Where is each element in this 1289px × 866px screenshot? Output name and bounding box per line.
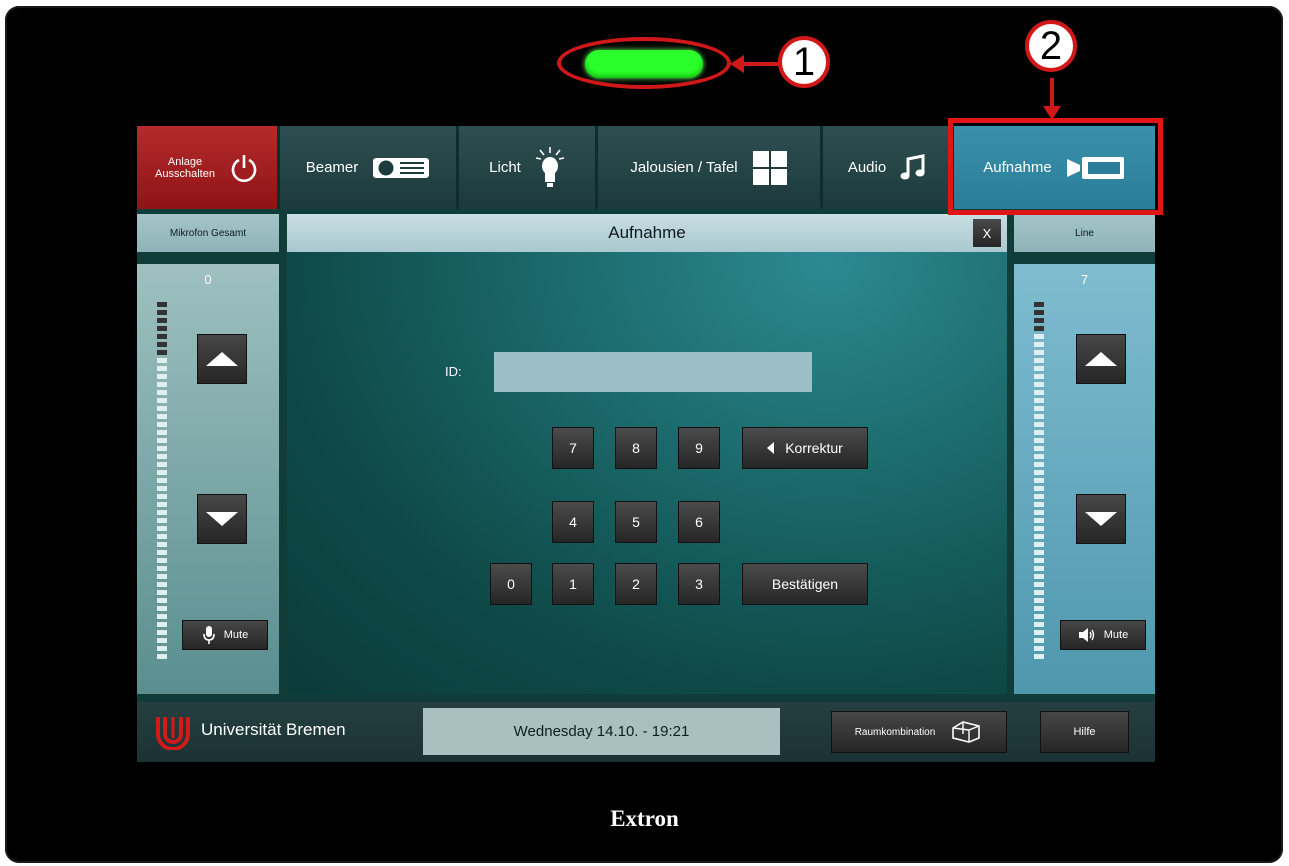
room-combination-button[interactable]: Raumkombination xyxy=(831,711,1007,753)
correction-button[interactable]: Korrektur xyxy=(742,427,868,469)
music-note-icon xyxy=(900,153,925,179)
speaker-icon xyxy=(1078,628,1094,642)
tab-audio[interactable]: Audio xyxy=(823,126,951,209)
tab-audio-label: Audio xyxy=(847,159,887,176)
arrow-down-icon xyxy=(1085,512,1117,526)
left-volume-up-button[interactable] xyxy=(197,334,247,384)
correction-label: Korrektur xyxy=(785,440,843,456)
tab-beamer-label: Beamer xyxy=(305,159,359,176)
right-volume-down-button[interactable] xyxy=(1076,494,1126,544)
key-7[interactable]: 7 xyxy=(552,427,594,469)
touch-screen: Anlage Ausschalten Beamer Licht Jalousie… xyxy=(137,126,1155,762)
aufnahme-highlight-box xyxy=(948,118,1163,215)
power-off-button[interactable]: Anlage Ausschalten xyxy=(137,126,277,209)
key-3[interactable]: 3 xyxy=(678,563,720,605)
left-level-meter xyxy=(157,302,167,662)
id-input[interactable] xyxy=(494,352,812,392)
projector-icon xyxy=(373,157,430,178)
room-combination-label: Raumkombination xyxy=(854,726,936,738)
dialog-title: Aufnahme xyxy=(287,214,1007,252)
university-logo-icon xyxy=(156,717,190,750)
right-volume-panel: Line 7 Mute xyxy=(1014,214,1155,694)
right-panel-title: Line xyxy=(1014,214,1155,252)
confirm-button[interactable]: Bestätigen xyxy=(742,563,868,605)
id-label: ID: xyxy=(445,364,462,379)
tab-jalousien-tafel[interactable]: Jalousien / Tafel xyxy=(598,126,820,209)
callout-arrow-2 xyxy=(1043,78,1061,120)
brand-label: Extron xyxy=(610,806,679,831)
help-button[interactable]: Hilfe xyxy=(1040,711,1129,753)
right-level-value: 7 xyxy=(1080,272,1089,287)
aufnahme-dialog: Aufnahme X ID: 7 8 9 Korrektur 4 5 6 0 1… xyxy=(287,214,1007,694)
right-volume-up-button[interactable] xyxy=(1076,334,1126,384)
microphone-icon xyxy=(202,626,215,644)
power-label-line1: Anlage xyxy=(167,155,203,168)
key-2[interactable]: 2 xyxy=(615,563,657,605)
right-mute-label: Mute xyxy=(1103,629,1129,641)
callout-2: 2 xyxy=(1025,20,1077,72)
right-level-meter xyxy=(1034,302,1044,662)
tab-beamer[interactable]: Beamer xyxy=(280,126,456,209)
arrow-up-icon xyxy=(206,352,238,366)
power-label-line2: Ausschalten xyxy=(155,167,215,180)
close-button[interactable]: X xyxy=(973,219,1001,247)
key-1[interactable]: 1 xyxy=(552,563,594,605)
lightbulb-icon xyxy=(535,146,565,187)
key-0[interactable]: 0 xyxy=(490,563,532,605)
footer-bar: Universität Bremen Wednesday 14.10. - 19… xyxy=(137,702,1155,762)
arrow-up-icon xyxy=(1085,352,1117,366)
key-4[interactable]: 4 xyxy=(552,501,594,543)
tab-licht-label: Licht xyxy=(489,159,521,176)
key-6[interactable]: 6 xyxy=(678,501,720,543)
left-volume-panel: Mikrofon Gesamt 0 Mute xyxy=(137,214,279,694)
left-volume-down-button[interactable] xyxy=(197,494,247,544)
room-layout-icon xyxy=(952,721,981,743)
university-name: Universität Bremen xyxy=(201,720,346,739)
led-highlight-ring xyxy=(557,37,731,89)
tab-jalousien-label: Jalousien / Tafel xyxy=(630,159,738,176)
back-arrow-icon xyxy=(767,442,775,454)
key-5[interactable]: 5 xyxy=(615,501,657,543)
right-mute-button[interactable]: Mute xyxy=(1060,620,1146,650)
datetime-display: Wednesday 14.10. - 19:21 xyxy=(423,708,780,755)
key-9[interactable]: 9 xyxy=(678,427,720,469)
arrow-down-icon xyxy=(206,512,238,526)
window-blinds-icon xyxy=(752,150,787,185)
left-level-value: 0 xyxy=(204,272,212,287)
callout-1: 1 xyxy=(778,36,830,88)
left-mute-label: Mute xyxy=(223,629,249,641)
left-panel-title: Mikrofon Gesamt xyxy=(137,214,279,252)
key-8[interactable]: 8 xyxy=(615,427,657,469)
left-mute-button[interactable]: Mute xyxy=(182,620,268,650)
power-icon xyxy=(231,154,257,182)
callout-arrow-1 xyxy=(730,55,780,73)
tab-licht[interactable]: Licht xyxy=(459,126,595,209)
